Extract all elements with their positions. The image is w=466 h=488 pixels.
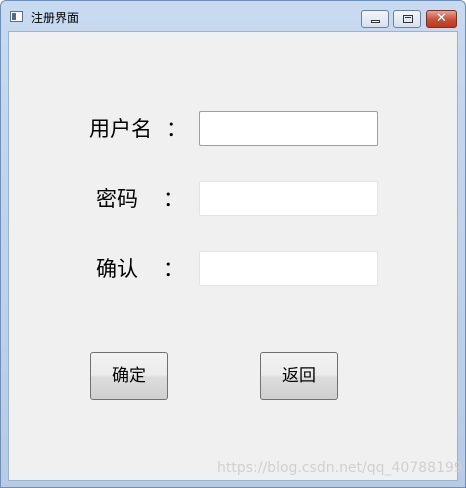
confirm-password-input[interactable] [199, 251, 378, 286]
maximize-button[interactable] [393, 10, 421, 28]
register-window: 注册界面 ✕ 用户名 ： 密码 ： 确认 ： 确定 返回 https://blo… [0, 0, 466, 488]
username-input[interactable] [199, 111, 378, 146]
watermark: https://blog.csdn.net/qq_40788199 [217, 460, 463, 476]
username-label: 用户名 [89, 117, 152, 141]
close-button[interactable]: ✕ [426, 10, 457, 28]
password-label: 密码 [96, 187, 138, 211]
window-title: 注册界面 [31, 11, 80, 25]
back-button[interactable]: 返回 [260, 352, 338, 400]
confirm-label: 确认 [96, 257, 138, 281]
password-colon: ： [163, 187, 184, 211]
close-icon: ✕ [436, 11, 447, 26]
window-icon [10, 11, 23, 22]
confirm-button[interactable]: 确定 [90, 352, 168, 400]
username-colon: ： [166, 117, 187, 141]
restore-icon [403, 15, 413, 23]
form-panel: 用户名 ： 密码 ： 确认 ： 确定 返回 https://blog.csdn.… [8, 31, 463, 481]
title-bar[interactable]: 注册界面 ✕ [1, 1, 465, 31]
confirm-colon: ： [163, 257, 184, 281]
password-input[interactable] [199, 181, 378, 216]
minimize-button[interactable] [361, 10, 389, 28]
minimize-icon [371, 20, 380, 23]
